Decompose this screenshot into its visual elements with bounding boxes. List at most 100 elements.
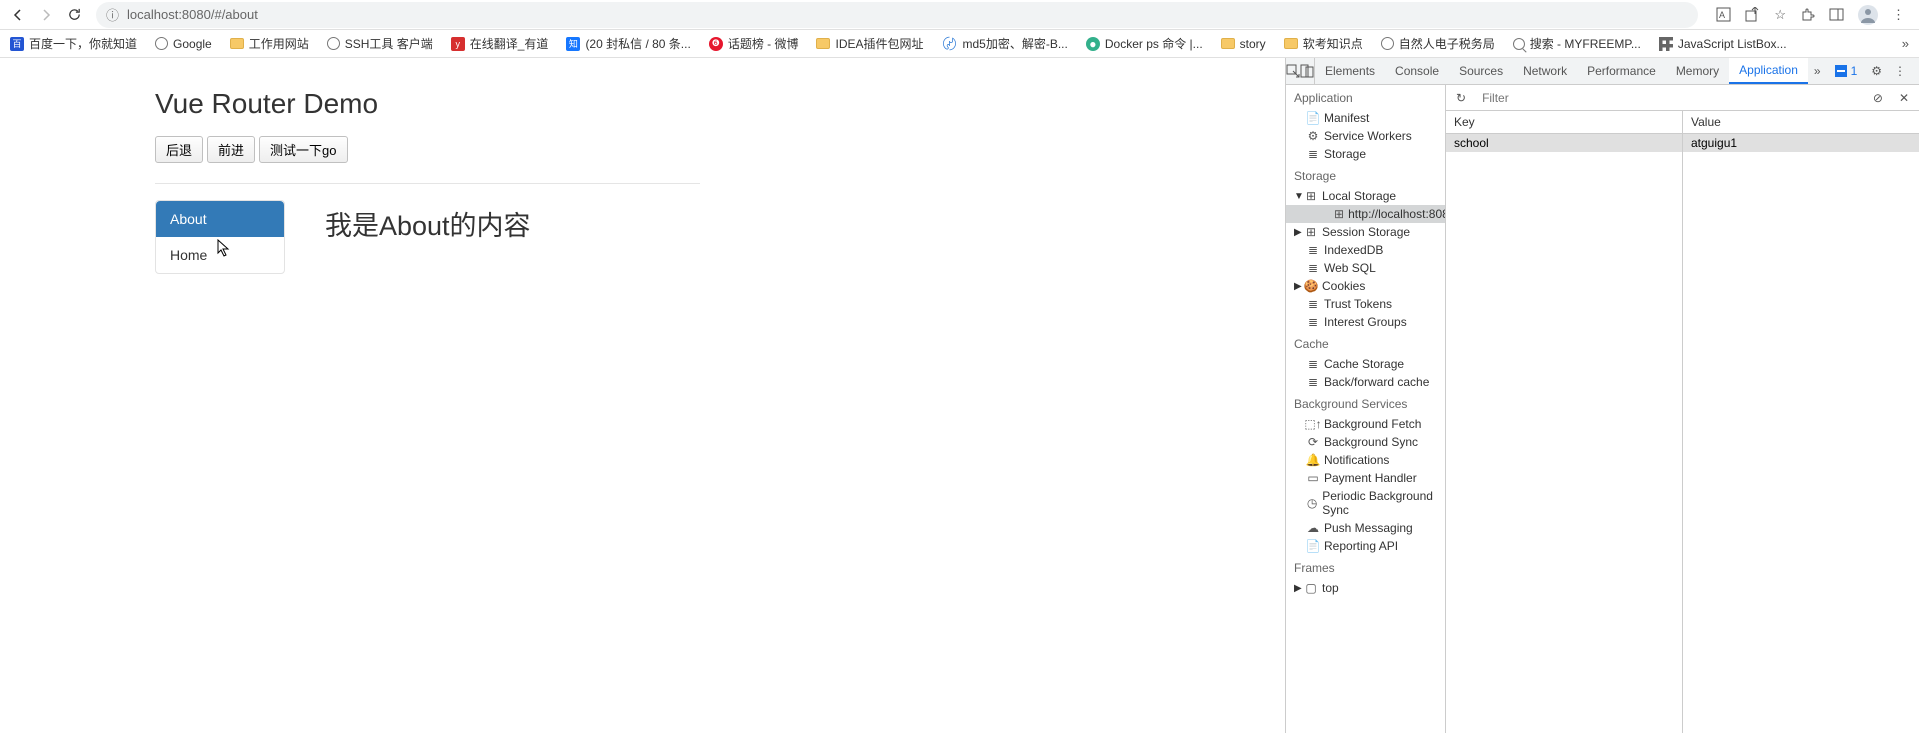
tree-item[interactable]: ◷Periodic Background Sync (1286, 487, 1445, 519)
test-go-button[interactable]: 测试一下go (259, 136, 347, 163)
address-bar[interactable]: ⓘ localhost:8080/#/about (96, 2, 1698, 28)
tree-item[interactable]: ▶⊞Session Storage (1286, 223, 1445, 241)
tabs-overflow[interactable]: » (1808, 64, 1827, 78)
devtools-tab-performance[interactable]: Performance (1577, 58, 1666, 84)
share-icon[interactable] (1745, 7, 1760, 22)
bookmark-item[interactable]: ●Docker ps 命令 |... (1086, 35, 1203, 52)
content-heading: 我是About的内容 (325, 204, 700, 243)
browser-toolbar: ⓘ localhost:8080/#/about A ☆ ⋮ (0, 0, 1919, 30)
tree-label: Interest Groups (1324, 315, 1407, 329)
bookmark-icon (1284, 38, 1298, 49)
tree-item[interactable]: 📄Manifest (1286, 109, 1445, 127)
tree-item[interactable]: ≣Web SQL (1286, 259, 1445, 277)
nav-item-about[interactable]: About (156, 201, 284, 237)
inspect-icon[interactable] (1286, 58, 1300, 85)
tree-icon: ≣ (1306, 261, 1320, 275)
tree-item[interactable]: ▶🍪Cookies (1286, 277, 1445, 295)
bookmark-item[interactable]: 百百度一下，你就知道 (10, 35, 137, 52)
profile-icon[interactable] (1858, 5, 1878, 25)
translate-icon[interactable]: A (1716, 7, 1731, 22)
tree-item[interactable]: ≣Back/forward cache (1286, 373, 1445, 391)
bookmark-item[interactable]: 自然人电子税务局 (1381, 35, 1495, 52)
devtools-close-icon[interactable]: ✕ (1912, 64, 1919, 78)
devtools-tab-network[interactable]: Network (1513, 58, 1577, 84)
bookmark-item[interactable]: ❻话题榜 - 微博 (709, 35, 799, 52)
bookmark-item[interactable]: 软考知识点 (1284, 35, 1363, 52)
issues-badge[interactable]: 1 (1827, 64, 1866, 78)
tree-item[interactable]: ≣IndexedDB (1286, 241, 1445, 259)
nav-item-home[interactable]: Home (156, 237, 284, 273)
tree-icon: ⟳ (1306, 435, 1320, 449)
bookmark-item[interactable]: 搜索 - MYFREEMP... (1513, 35, 1641, 52)
storage-col-key[interactable]: Key (1446, 111, 1682, 134)
devtools-tab-memory[interactable]: Memory (1666, 58, 1729, 84)
devtools-menu-icon[interactable]: ⋮ (1888, 64, 1912, 78)
tree-icon: ≣ (1306, 147, 1320, 161)
tree-item[interactable]: ⊞http://localhost:8080 (1286, 205, 1445, 223)
device-toggle-icon[interactable] (1300, 58, 1315, 85)
devtools-tab-application[interactable]: Application (1729, 58, 1808, 84)
forward-button[interactable] (32, 1, 60, 29)
tree-item[interactable]: ▼⊞Local Storage (1286, 187, 1445, 205)
storage-value-cell[interactable]: atguigu1 (1683, 134, 1919, 152)
tree-item[interactable]: ⟳Background Sync (1286, 433, 1445, 451)
tree-item[interactable]: ☁Push Messaging (1286, 519, 1445, 537)
tree-icon: 🔔 (1306, 453, 1320, 467)
bookmarks-overflow[interactable]: » (1902, 36, 1909, 51)
storage-col-value[interactable]: Value (1683, 111, 1919, 134)
bookmark-label: JavaScript ListBox... (1678, 37, 1787, 51)
bookmark-item[interactable]: y在线翻译_有道 (451, 35, 549, 52)
back-button[interactable] (4, 1, 32, 29)
tree-label: Background Fetch (1324, 417, 1421, 431)
bookmark-icon: 〄 (942, 36, 958, 52)
tree-item[interactable]: ▶▢top (1286, 579, 1445, 597)
tree-item[interactable]: ≣ Storage (1286, 145, 1445, 163)
star-icon[interactable]: ☆ (1774, 7, 1786, 23)
settings-icon[interactable]: ⚙ (1865, 64, 1888, 78)
tree-icon: ⬚↑ (1306, 417, 1320, 431)
tree-icon: 📄 (1306, 539, 1320, 553)
extensions-icon[interactable] (1800, 7, 1815, 22)
reload-button[interactable] (60, 1, 88, 29)
tree-label: Storage (1324, 147, 1366, 161)
devtools-tab-elements[interactable]: Elements (1315, 58, 1385, 84)
tree-icon: ⊞ (1304, 189, 1318, 203)
bookmark-item[interactable]: story (1221, 37, 1266, 51)
storage-key-cell[interactable]: school (1446, 134, 1682, 152)
tree-label: Manifest (1324, 111, 1369, 125)
bookmark-item[interactable]: JavaScript ListBox... (1659, 37, 1787, 51)
tree-item[interactable]: ▭Payment Handler (1286, 469, 1445, 487)
tree-item[interactable]: ⚙Service Workers (1286, 127, 1445, 145)
devtools-tab-sources[interactable]: Sources (1449, 58, 1513, 84)
bookmark-item[interactable]: IDEA插件包网址 (816, 35, 923, 52)
storage-filter-input[interactable] (1476, 89, 1863, 107)
clear-icon[interactable]: ⊘ (1867, 91, 1889, 105)
tree-item[interactable]: ≣Trust Tokens (1286, 295, 1445, 313)
tree-icon: ≣ (1306, 357, 1320, 371)
devtools-tab-console[interactable]: Console (1385, 58, 1449, 84)
tree-item[interactable]: 📄Reporting API (1286, 537, 1445, 555)
tree-label: http://localhost:8080 (1348, 207, 1446, 221)
tree-item[interactable]: ≣Cache Storage (1286, 355, 1445, 373)
bookmark-item[interactable]: 工作用网站 (230, 35, 309, 52)
tree-item[interactable]: 🔔 Notifications (1286, 451, 1445, 469)
bookmark-label: 话题榜 - 微博 (728, 35, 799, 52)
bookmark-icon: 百 (10, 37, 24, 51)
tree-section-title: Frames (1286, 555, 1445, 579)
forward-history-button[interactable]: 前进 (207, 136, 255, 163)
bookmark-item[interactable]: SSH工具 客户端 (327, 35, 433, 52)
bookmark-item[interactable]: Google (155, 37, 212, 51)
bookmark-label: Google (173, 37, 212, 51)
refresh-icon[interactable]: ↻ (1450, 91, 1472, 105)
tree-label: Session Storage (1322, 225, 1410, 239)
bookmark-label: 自然人电子税务局 (1399, 35, 1495, 52)
bookmark-item[interactable]: 知(20 封私信 / 80 条... (566, 35, 690, 52)
sidepanel-icon[interactable] (1829, 7, 1844, 22)
tree-item[interactable]: ≣Interest Groups (1286, 313, 1445, 331)
tree-label: Notifications (1324, 453, 1389, 467)
bookmark-item[interactable]: 〄md5加密、解密-B... (942, 35, 1068, 52)
delete-icon[interactable]: ✕ (1893, 91, 1915, 105)
tree-item[interactable]: ⬚↑ Background Fetch (1286, 415, 1445, 433)
back-history-button[interactable]: 后退 (155, 136, 203, 163)
menu-icon[interactable]: ⋮ (1892, 7, 1905, 23)
